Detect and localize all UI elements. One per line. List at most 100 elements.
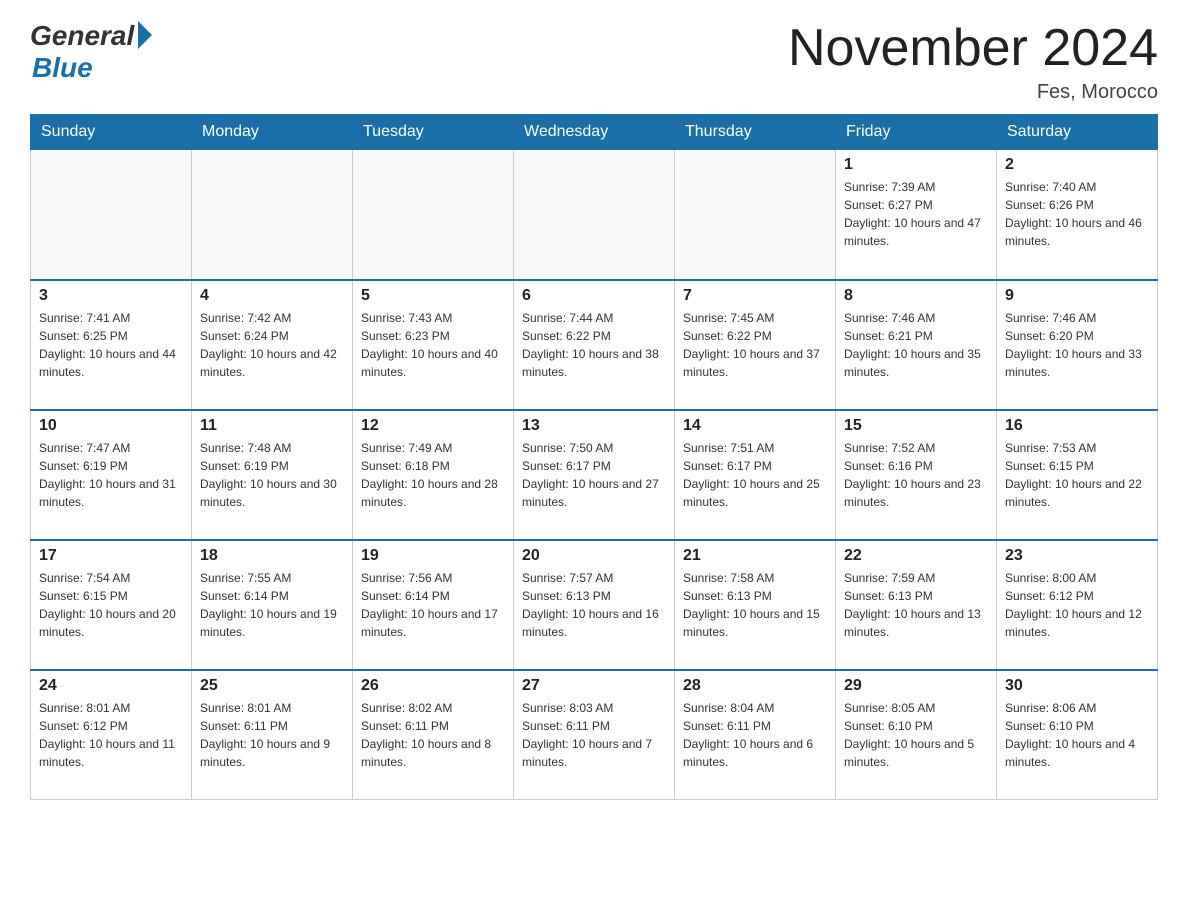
day-info: Sunrise: 7:39 AMSunset: 6:27 PMDaylight:… (844, 178, 988, 250)
day-number: 7 (683, 287, 827, 305)
calendar-cell: 15 Sunrise: 7:52 AMSunset: 6:16 PMDayligh… (836, 410, 997, 540)
day-info: Sunrise: 8:04 AMSunset: 6:11 PMDaylight:… (683, 699, 827, 771)
day-info: Sunrise: 7:57 AMSunset: 6:13 PMDaylight:… (522, 569, 666, 641)
day-number: 14 (683, 417, 827, 435)
day-info: Sunrise: 8:00 AMSunset: 6:12 PMDaylight:… (1005, 569, 1149, 641)
calendar-cell: 28Sunrise: 8:04 AMSunset: 6:11 PMDayligh… (675, 670, 836, 800)
calendar-cell: 20Sunrise: 7:57 AMSunset: 6:13 PMDayligh… (514, 540, 675, 670)
day-info: Sunrise: 7:44 AMSunset: 6:22 PMDaylight:… (522, 309, 666, 381)
day-number: 19 (361, 547, 505, 565)
day-info: Sunrise: 8:02 AMSunset: 6:11 PMDaylight:… (361, 699, 505, 771)
logo-blue-text: Blue (32, 52, 93, 84)
calendar-cell: 10 Sunrise: 7:47 AMSunset: 6:19 PMDayligh… (31, 410, 192, 540)
day-info: Sunrise: 7:47 AMSunset: 6:19 PMDaylight:… (39, 439, 183, 511)
calendar-cell: 13 Sunrise: 7:50 AMSunset: 6:17 PMDayligh… (514, 410, 675, 540)
day-number: 27 (522, 677, 666, 695)
calendar-cell: 22 Sunrise: 7:59 AMSunset: 6:13 PMDayligh… (836, 540, 997, 670)
calendar-cell: 26 Sunrise: 8:02 AMSunset: 6:11 PMDayligh… (353, 670, 514, 800)
day-number: 11 (200, 417, 344, 435)
day-number: 18 (200, 547, 344, 565)
calendar-cell (675, 150, 836, 280)
month-title: November 2024 (788, 20, 1158, 77)
calendar-cell: 23Sunrise: 8:00 AMSunset: 6:12 PMDayligh… (997, 540, 1158, 670)
day-number: 10 (39, 417, 183, 435)
day-info: Sunrise: 7:50 AMSunset: 6:17 PMDaylight:… (522, 439, 666, 511)
calendar-cell: 12 Sunrise: 7:49 AMSunset: 6:18 PMDayligh… (353, 410, 514, 540)
day-info: Sunrise: 7:43 AMSunset: 6:23 PMDaylight:… (361, 309, 505, 381)
day-number: 25 (200, 677, 344, 695)
day-info: Sunrise: 7:54 AMSunset: 6:15 PMDaylight:… (39, 569, 183, 641)
day-info: Sunrise: 7:42 AMSunset: 6:24 PMDaylight:… (200, 309, 344, 381)
logo: General Blue (30, 20, 152, 84)
day-info: Sunrise: 7:49 AMSunset: 6:18 PMDaylight:… (361, 439, 505, 511)
calendar-cell (514, 150, 675, 280)
day-info: Sunrise: 7:52 AMSunset: 6:16 PMDaylight:… (844, 439, 988, 511)
calendar-cell (192, 150, 353, 280)
day-number: 16 (1005, 417, 1149, 435)
day-number: 6 (522, 287, 666, 305)
calendar-week-row: 24 Sunrise: 8:01 AMSunset: 6:12 PMDayligh… (31, 670, 1158, 800)
day-number: 13 (522, 417, 666, 435)
day-info: Sunrise: 7:46 AMSunset: 6:21 PMDaylight:… (844, 309, 988, 381)
day-info: Sunrise: 7:56 AMSunset: 6:14 PMDaylight:… (361, 569, 505, 641)
calendar-cell: 29 Sunrise: 8:05 AMSunset: 6:10 PMDayligh… (836, 670, 997, 800)
calendar-cell: 2 Sunrise: 7:40 AMSunset: 6:26 PMDaylight… (997, 150, 1158, 280)
location-label: Fes, Morocco (788, 81, 1158, 104)
column-header-sunday: Sunday (31, 115, 192, 150)
calendar-cell: 30 Sunrise: 8:06 AMSunset: 6:10 PMDayligh… (997, 670, 1158, 800)
day-info: Sunrise: 7:55 AMSunset: 6:14 PMDaylight:… (200, 569, 344, 641)
calendar-cell: 8 Sunrise: 7:46 AMSunset: 6:21 PMDaylight… (836, 280, 997, 410)
day-number: 22 (844, 547, 988, 565)
day-info: Sunrise: 8:06 AMSunset: 6:10 PMDaylight:… (1005, 699, 1149, 771)
day-number: 17 (39, 547, 183, 565)
logo-arrow-icon (138, 21, 152, 49)
day-number: 12 (361, 417, 505, 435)
day-number: 30 (1005, 677, 1149, 695)
calendar-cell: 21Sunrise: 7:58 AMSunset: 6:13 PMDayligh… (675, 540, 836, 670)
day-number: 29 (844, 677, 988, 695)
day-info: Sunrise: 7:41 AMSunset: 6:25 PMDaylight:… (39, 309, 183, 381)
day-info: Sunrise: 8:01 AMSunset: 6:12 PMDaylight:… (39, 699, 183, 771)
calendar-cell: 14 Sunrise: 7:51 AMSunset: 6:17 PMDayligh… (675, 410, 836, 540)
page-header: General Blue November 2024 Fes, Morocco (30, 20, 1158, 104)
calendar-cell: 1 Sunrise: 7:39 AMSunset: 6:27 PMDaylight… (836, 150, 997, 280)
day-number: 3 (39, 287, 183, 305)
day-info: Sunrise: 7:53 AMSunset: 6:15 PMDaylight:… (1005, 439, 1149, 511)
day-info: Sunrise: 7:58 AMSunset: 6:13 PMDaylight:… (683, 569, 827, 641)
calendar-cell: 19 Sunrise: 7:56 AMSunset: 6:14 PMDayligh… (353, 540, 514, 670)
calendar-cell: 5 Sunrise: 7:43 AMSunset: 6:23 PMDaylight… (353, 280, 514, 410)
day-info: Sunrise: 7:59 AMSunset: 6:13 PMDaylight:… (844, 569, 988, 641)
day-number: 8 (844, 287, 988, 305)
day-number: 9 (1005, 287, 1149, 305)
calendar-cell: 24 Sunrise: 8:01 AMSunset: 6:12 PMDayligh… (31, 670, 192, 800)
calendar-cell: 9Sunrise: 7:46 AMSunset: 6:20 PMDaylight… (997, 280, 1158, 410)
calendar-table: SundayMondayTuesdayWednesdayThursdayFrid… (30, 114, 1158, 800)
calendar-header-row: SundayMondayTuesdayWednesdayThursdayFrid… (31, 115, 1158, 150)
day-info: Sunrise: 7:45 AMSunset: 6:22 PMDaylight:… (683, 309, 827, 381)
calendar-cell: 6 Sunrise: 7:44 AMSunset: 6:22 PMDaylight… (514, 280, 675, 410)
day-number: 4 (200, 287, 344, 305)
day-info: Sunrise: 8:01 AMSunset: 6:11 PMDaylight:… (200, 699, 344, 771)
day-info: Sunrise: 7:51 AMSunset: 6:17 PMDaylight:… (683, 439, 827, 511)
day-number: 15 (844, 417, 988, 435)
day-info: Sunrise: 7:40 AMSunset: 6:26 PMDaylight:… (1005, 178, 1149, 250)
column-header-wednesday: Wednesday (514, 115, 675, 150)
calendar-week-row: 3 Sunrise: 7:41 AMSunset: 6:25 PMDaylight… (31, 280, 1158, 410)
calendar-cell: 4 Sunrise: 7:42 AMSunset: 6:24 PMDaylight… (192, 280, 353, 410)
calendar-week-row: 1 Sunrise: 7:39 AMSunset: 6:27 PMDaylight… (31, 150, 1158, 280)
column-header-saturday: Saturday (997, 115, 1158, 150)
calendar-week-row: 17 Sunrise: 7:54 AMSunset: 6:15 PMDayligh… (31, 540, 1158, 670)
day-number: 26 (361, 677, 505, 695)
calendar-week-row: 10 Sunrise: 7:47 AMSunset: 6:19 PMDayligh… (31, 410, 1158, 540)
day-number: 1 (844, 156, 988, 174)
column-header-tuesday: Tuesday (353, 115, 514, 150)
day-info: Sunrise: 8:05 AMSunset: 6:10 PMDaylight:… (844, 699, 988, 771)
column-header-thursday: Thursday (675, 115, 836, 150)
calendar-cell (31, 150, 192, 280)
day-number: 5 (361, 287, 505, 305)
logo-general-text: General (30, 20, 134, 52)
day-number: 2 (1005, 156, 1149, 174)
calendar-cell: 17 Sunrise: 7:54 AMSunset: 6:15 PMDayligh… (31, 540, 192, 670)
calendar-cell: 3 Sunrise: 7:41 AMSunset: 6:25 PMDaylight… (31, 280, 192, 410)
day-number: 24 (39, 677, 183, 695)
